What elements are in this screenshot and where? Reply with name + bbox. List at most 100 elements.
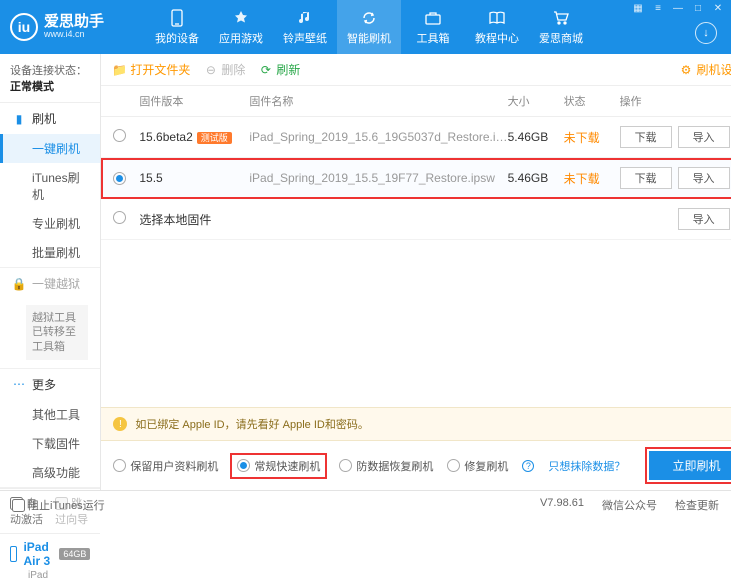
gear-icon: ⚙ [680,63,693,76]
sidebar-item-advanced[interactable]: 高级功能 [0,458,100,487]
row-filename: iPad_Spring_2019_15.5_19F77_Restore.ipsw [249,171,507,185]
layout-icon[interactable]: ≡ [651,2,665,14]
cart-icon [552,9,570,27]
minimize-icon[interactable]: — [671,2,685,14]
row-filename: iPad_Spring_2019_15.6_19G5037d_Restore.i… [249,130,507,144]
row-status: 未下载 [564,129,620,146]
book-icon [488,9,506,27]
download-button[interactable]: 下载 [620,167,672,189]
device-name: iPad Air 3 [23,540,53,568]
row-radio[interactable] [113,172,126,185]
import-button[interactable]: 导入 [678,167,730,189]
sidebar-item-pro[interactable]: 专业刷机 [0,209,100,238]
folder-icon: 📁 [113,63,126,76]
nav-label: 教程中心 [475,30,519,46]
menu-icon[interactable]: ▦ [631,2,645,14]
wechat-link[interactable]: 微信公众号 [602,497,657,513]
window-controls: ▦ ≡ — □ ✕ [631,2,725,14]
sidebar-item-batch[interactable]: 批量刷机 [0,238,100,267]
import-button[interactable]: 导入 [678,208,730,230]
sidebar-group-more[interactable]: ⋯更多 [0,369,100,400]
col-name: 固件名称 [249,93,507,109]
col-version: 固件版本 [139,93,249,109]
check-update-link[interactable]: 检查更新 [675,497,719,513]
tablet-icon [10,546,17,562]
mode-anti-recovery[interactable]: 防数据恢复刷机 [339,458,433,474]
erase-data-link[interactable]: 只想抹除数据？ [548,458,625,474]
sidebar-group-flash[interactable]: ▮刷机 [0,103,100,134]
nav-flash[interactable]: 智能刷机 [337,0,401,54]
warning-icon: ! [113,417,127,431]
nav-label: 应用游戏 [219,30,263,46]
nav-my-device[interactable]: 我的设备 [145,0,209,54]
toolbox-icon [424,9,442,27]
row-radio[interactable] [113,211,126,224]
flash-icon [360,9,378,27]
sidebar-jailbreak-note: 越狱工具已转移至工具箱 [26,305,88,360]
delete-button[interactable]: ⊖删除 [204,61,245,78]
mode-radio[interactable] [339,459,352,472]
nav-label: 工具箱 [417,30,450,46]
row-size: 5.46GB [508,171,564,185]
nav-label: 我的设备 [155,30,199,46]
maximize-icon[interactable]: □ [691,2,705,14]
refresh-button[interactable]: ⟳刷新 [259,61,300,78]
local-firmware-row[interactable]: 选择本地固件 导入 [101,199,731,240]
nav-label: 爱思商城 [539,30,583,46]
row-radio[interactable] [113,129,126,142]
logo-icon: iu [10,13,38,41]
sidebar-item-download-fw[interactable]: 下载固件 [0,429,100,458]
more-icon: ⋯ [12,377,26,391]
import-button[interactable]: 导入 [678,126,730,148]
row-version: 15.5 [139,171,162,185]
sidebar-group-jailbreak[interactable]: 🔒一键越狱 [0,268,100,299]
lock-icon: 🔒 [12,277,26,291]
flash-now-button[interactable]: 立即刷机 [649,451,731,480]
row-version: 15.6beta2 [139,130,192,144]
sidebar-item-itunes[interactable]: iTunes刷机 [0,163,100,209]
device-panel[interactable]: iPad Air 3 64GB iPad [0,533,100,587]
mode-repair[interactable]: 修复刷机 [447,458,508,474]
mode-radio[interactable] [237,459,250,472]
open-folder-button[interactable]: 📁打开文件夹 [113,61,190,78]
nav-ringtones[interactable]: 铃声壁纸 [273,0,337,54]
flash-settings-button[interactable]: ⚙刷机设置 [680,61,731,78]
nav-label: 铃声壁纸 [283,30,327,46]
firmware-row[interactable]: 15.6beta2 测试版 iPad_Spring_2019_15.6_19G50… [101,117,731,158]
download-button[interactable]: 下载 [620,126,672,148]
connection-status: 设备连接状态：正常模式 [0,54,100,103]
app-icon [232,9,250,27]
nav-toolbox[interactable]: 工具箱 [401,0,465,54]
brand-name: 爱思助手 [44,14,104,31]
device-icon: ▮ [12,112,26,126]
nav-store[interactable]: 爱思商城 [529,0,593,54]
notice-text: 如已绑定 Apple ID，请先看好 Apple ID和密码。 [135,416,369,432]
help-icon[interactable]: ? [522,460,534,472]
mode-normal-fast[interactable]: 常规快速刷机 [232,455,325,477]
col-ops: 操作 [620,93,731,109]
col-size: 大小 [508,93,564,109]
nav-label: 智能刷机 [347,30,391,46]
mode-keep-data[interactable]: 保留用户资料刷机 [113,458,218,474]
mode-radio[interactable] [447,459,460,472]
version-label: V7.98.61 [540,497,584,513]
sidebar-item-oneclick[interactable]: 一键刷机 [0,134,100,163]
mode-radio[interactable] [113,459,126,472]
download-center-button[interactable]: ↓ [695,22,717,44]
beta-tag: 测试版 [197,132,232,144]
app-logo: iu 爱思助手 www.i4.cn [10,13,145,41]
sidebar-item-other[interactable]: 其他工具 [0,400,100,429]
block-itunes-checkbox[interactable]: 阻止iTunes运行 [12,497,105,513]
row-size: 5.46GB [508,130,564,144]
firmware-row[interactable]: 15.5 iPad_Spring_2019_15.5_19F77_Restore… [101,158,731,199]
nav-tutorials[interactable]: 教程中心 [465,0,529,54]
local-firmware-label: 选择本地固件 [139,211,323,228]
nav-apps[interactable]: 应用游戏 [209,0,273,54]
phone-icon [168,9,186,27]
col-status: 状态 [564,93,620,109]
refresh-icon: ⟳ [259,63,272,76]
appleid-notice: ! 如已绑定 Apple ID，请先看好 Apple ID和密码。 ✕ [101,407,731,441]
device-storage: 64GB [59,548,90,560]
brand-url: www.i4.cn [44,30,104,40]
close-icon[interactable]: ✕ [711,2,725,14]
